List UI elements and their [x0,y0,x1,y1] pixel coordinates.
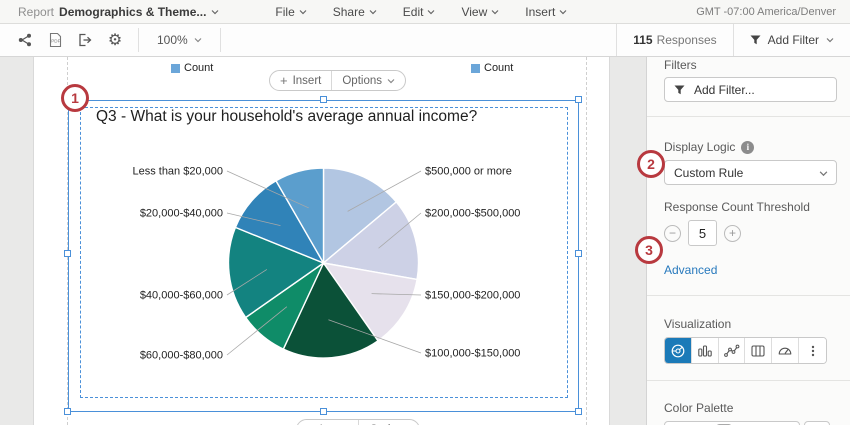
annotation-circle-3: 3 [635,236,663,264]
pie-slice-label: $100,000-$150,000 [425,348,520,360]
zoom-dropdown[interactable]: 100% [139,24,220,56]
legend-item: Count [171,62,213,74]
menu-share[interactable]: Share [333,5,377,19]
display-logic-label-row: Display Logic i [664,140,837,154]
resize-handle-top-center[interactable] [320,96,327,103]
chevron-down-icon [369,8,377,16]
viz-gauge-chart-button[interactable] [772,338,799,363]
menubar: Report Demographics & Theme... File Shar… [0,0,850,24]
plus-button[interactable]: + [724,225,741,242]
threshold-label: Response Count Threshold [664,200,837,214]
responses-label: Responses [657,33,717,47]
display-logic-label: Display Logic [664,140,735,154]
visualization-label: Visualization [664,317,837,331]
color-palette-label: Color Palette [664,401,837,415]
svg-text:PDF: PDF [51,39,60,44]
legend-swatch [471,64,480,73]
pie-slice-label: $200,000-$500,000 [425,208,520,220]
viz-data-table-button[interactable] [745,338,772,363]
pie-slice-label: Less than $20,000 [132,166,223,178]
zoom-level: 100% [157,33,188,47]
palette-dropdown-button[interactable] [804,421,830,425]
chevron-down-icon [427,8,435,16]
annotation-circle-2: 2 [637,150,665,178]
display-logic-value: Custom Rule [674,166,743,180]
add-filter-text: Add Filter... [694,83,755,97]
insert-button[interactable]: +Insert [297,420,358,425]
responses-count-button[interactable]: 115 Responses [616,24,733,56]
export-icon[interactable] [76,31,94,49]
annotation-circle-1: 1 [61,84,89,112]
plus-icon: + [280,73,288,88]
chart-title: Q3 - What is your household's average an… [96,108,477,126]
report-label: Report [18,5,54,19]
insert-options-pill-bottom: +Insert Options [296,419,420,425]
responses-count: 115 [633,33,652,47]
filter-funnel-icon [750,35,761,45]
chevron-down-icon [559,8,567,16]
palette-swatches [664,421,800,425]
filter-funnel-icon [674,85,685,95]
resize-handle-bottom-left[interactable] [64,408,71,415]
resize-handle-left[interactable] [64,250,71,257]
settings-sidebar: Filters Add Filter... Display Logic i Cu… [646,57,850,425]
insert-options-pill: +Insert Options [269,70,406,91]
chevron-down-icon [299,8,307,16]
insert-button[interactable]: +Insert [270,71,331,90]
settings-gear-icon[interactable]: ⚙ [106,31,124,49]
pdf-export-icon[interactable]: PDF [46,31,64,49]
chevron-down-icon [819,169,827,177]
viz-pie-chart-button[interactable] [665,338,692,363]
page-guide-right [586,57,587,425]
legend-label: Count [184,62,213,74]
viz-line-chart-button[interactable] [719,338,746,363]
viz-bar-chart-button[interactable] [692,338,719,363]
filters-section-label: Filters [664,58,837,72]
share-icon[interactable] [16,31,34,49]
page-guide-left [67,57,68,425]
info-icon[interactable]: i [741,141,754,154]
threshold-stepper: − + [664,220,837,246]
toolbar-separator [220,28,221,52]
report-page: Count Count +Insert Options Q3 - What is… [33,57,610,425]
chevron-down-icon[interactable] [211,8,219,16]
pie-slice-label: $150,000-$200,000 [425,290,520,302]
options-button[interactable]: Options [358,420,419,425]
divider [647,116,850,117]
chevron-down-icon [194,36,202,44]
minus-button[interactable]: − [664,225,681,242]
legend-item: Count [471,62,513,74]
add-filter-button[interactable]: Add Filter [734,24,850,56]
threshold-input[interactable] [688,220,717,246]
chevron-down-icon [491,8,499,16]
pie-slice-label: $500,000 or more [425,166,512,178]
report-canvas: Count Count +Insert Options Q3 - What is… [0,57,850,425]
add-filter-box[interactable]: Add Filter... [664,77,837,102]
visualization-options [664,337,827,364]
viz-more-options-button[interactable] [799,338,826,363]
pie-slice-label: $60,000-$80,000 [140,350,223,362]
toolbar: PDF ⚙ 100% 115 Responses Add Filter [0,24,850,57]
options-button[interactable]: Options [331,71,405,90]
resize-handle-right[interactable] [575,250,582,257]
legend-label: Count [484,62,513,74]
menu-insert[interactable]: Insert [525,5,567,19]
menu-view[interactable]: View [461,5,499,19]
display-logic-select[interactable]: Custom Rule [664,160,837,185]
divider [647,380,850,381]
divider [647,295,850,296]
chevron-down-icon [826,36,834,44]
timezone-label: GMT -07:00 America/Denver [696,6,836,18]
resize-handle-bottom-center[interactable] [320,408,327,415]
resize-handle-top-right[interactable] [575,96,582,103]
menu-edit[interactable]: Edit [403,5,436,19]
pie-slice-label: $40,000-$60,000 [140,290,223,302]
chevron-down-icon [387,77,395,85]
advanced-link[interactable]: Advanced [664,263,837,277]
pie-slice-label: $20,000-$40,000 [140,208,223,220]
legend-swatch [171,64,180,73]
report-title[interactable]: Demographics & Theme... [59,5,206,19]
menu-file[interactable]: File [275,5,306,19]
resize-handle-bottom-right[interactable] [575,408,582,415]
